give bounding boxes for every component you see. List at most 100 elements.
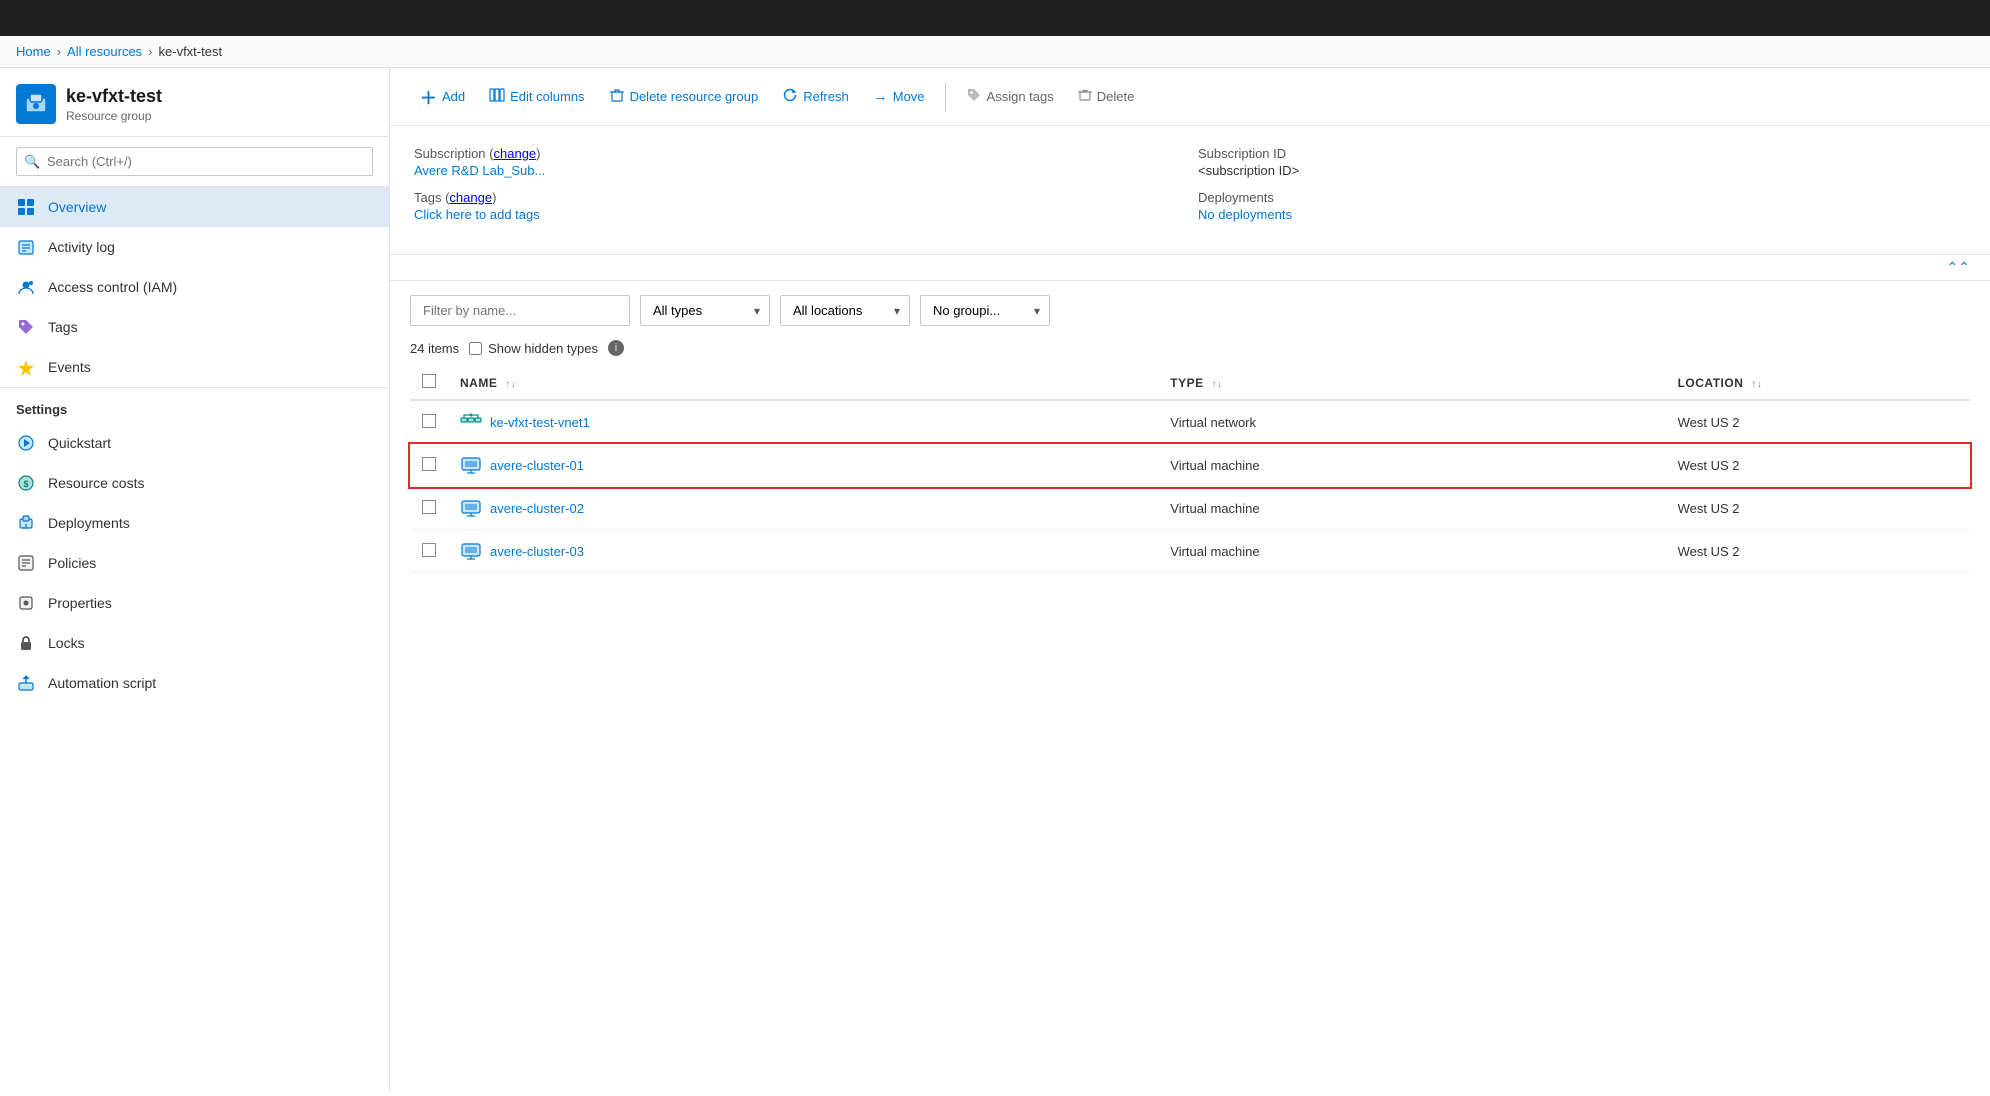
table-body: ke-vfxt-test-vnet1 Virtual network West … [410,400,1970,573]
filter-name-input[interactable] [410,295,630,326]
subscription-id-value: <subscription ID> [1198,163,1966,178]
sidebar-item-properties-label: Properties [48,595,112,611]
edit-columns-icon [489,87,505,107]
deployments-label: Deployments [1198,190,1966,205]
subscription-label: Subscription (change) [414,146,1182,161]
col-location-label: LOCATION [1678,376,1744,390]
sidebar-item-locks[interactable]: Locks [0,623,389,663]
subscription-id-row: Subscription ID <subscription ID> [1198,146,1966,178]
col-name-label: NAME [460,376,497,390]
resource-name-link[interactable]: avere-cluster-03 [460,540,1146,562]
policies-icon [16,553,36,573]
delete-icon [1078,88,1092,106]
sidebar-item-deployments-label: Deployments [48,515,130,531]
tags-change-link[interactable]: change [449,190,492,205]
sidebar-item-activity-log[interactable]: Activity log [0,227,389,267]
sidebar-item-properties[interactable]: Properties [0,583,389,623]
hidden-types-info-badge[interactable]: i [608,340,624,356]
delete-rg-button[interactable]: Delete resource group [599,81,769,113]
location-sort-icon[interactable]: ↑↓ [1751,379,1762,390]
resource-type-icon [460,497,482,519]
sidebar-search-wrap: 🔍 [0,137,389,187]
sidebar-item-overview[interactable]: Overview [0,187,389,227]
subscription-change-link[interactable]: change [494,146,537,161]
show-hidden-checkbox[interactable] [469,342,482,355]
move-button[interactable]: → Move [863,82,935,111]
select-all-checkbox[interactable] [422,374,436,388]
refresh-label: Refresh [803,89,849,104]
quickstart-icon [16,433,36,453]
row-checkbox[interactable] [422,457,436,471]
grouping-filter-wrap: No groupi... [920,295,1050,326]
type-filter-select[interactable]: All types [640,295,770,326]
resource-type-icon [460,454,482,476]
settings-section-label: Settings [0,387,389,423]
sidebar-item-automation-script[interactable]: Automation script [0,663,389,703]
breadcrumb-home[interactable]: Home [16,44,51,59]
automation-icon [16,673,36,693]
resource-name-link[interactable]: avere-cluster-01 [460,454,1146,476]
resource-group-name-block: ke-vfxt-test Resource group [66,86,162,123]
name-sort-icon[interactable]: ↑↓ [505,379,516,390]
grouping-filter-select[interactable]: No groupi... [920,295,1050,326]
refresh-button[interactable]: Refresh [772,81,859,113]
search-wrap: 🔍 [16,147,373,176]
filter-bar: All types All locations No groupi... [390,281,1990,334]
subscription-value-link[interactable]: Avere R&D Lab_Sub... [414,163,545,178]
tags-row: Tags (change) Click here to add tags [414,190,1182,222]
resource-name-link[interactable]: ke-vfxt-test-vnet1 [460,411,1146,433]
resource-group-icon [16,84,56,124]
collapse-panel-button[interactable]: ⌃⌃ [390,255,1990,281]
add-icon: ＋ [420,84,437,109]
resource-type-icon [460,540,482,562]
sidebar-item-iam-label: Access control (IAM) [48,279,177,295]
info-col-right: Subscription ID <subscription ID> Deploy… [1198,146,1966,234]
resource-name-text: avere-cluster-03 [490,544,584,559]
row-name-cell: avere-cluster-01 [448,444,1158,487]
subscription-label-text: Subscription [414,146,486,161]
resource-name-link[interactable]: avere-cluster-02 [460,497,1146,519]
row-location-cell: West US 2 [1666,400,1970,444]
search-input[interactable] [16,147,373,176]
sidebar-item-quickstart[interactable]: Quickstart [0,423,389,463]
overview-icon [16,197,36,217]
row-checkbox[interactable] [422,543,436,557]
edit-columns-button[interactable]: Edit columns [479,81,594,113]
sidebar-item-overview-label: Overview [48,199,106,215]
resources-table-wrap: NAME ↑↓ TYPE ↑↓ LOCATION ↑↓ [390,366,1990,573]
deployments-link[interactable]: No deployments [1198,207,1292,222]
resource-type-icon [460,411,482,433]
sidebar-item-policies[interactable]: Policies [0,543,389,583]
events-icon [16,357,36,377]
delete-button[interactable]: Delete [1068,82,1145,112]
activity-log-icon [16,237,36,257]
row-checkbox[interactable] [422,414,436,428]
show-hidden-label[interactable]: Show hidden types [469,341,598,356]
sidebar-item-tags[interactable]: Tags [0,307,389,347]
deployments-row: Deployments No deployments [1198,190,1966,222]
row-checkbox[interactable] [422,500,436,514]
sidebar-item-deployments[interactable]: Deployments [0,503,389,543]
tags-add-value: Click here to add tags [414,207,1182,222]
breadcrumb-all-resources[interactable]: All resources [67,44,142,59]
sidebar: ke-vfxt-test Resource group 🔍 Overview [0,68,390,1091]
type-sort-icon[interactable]: ↑↓ [1211,379,1222,390]
info-panel: Subscription (change) Avere R&D Lab_Sub.… [390,126,1990,255]
sidebar-item-resource-costs[interactable]: $ Resource costs [0,463,389,503]
sidebar-item-access-control[interactable]: Access control (IAM) [0,267,389,307]
breadcrumb-sep1: › [57,44,61,59]
row-location-cell: West US 2 [1666,530,1970,573]
deployments-icon [16,513,36,533]
toolbar: ＋ Add Edit columns Delete resource group [390,68,1990,126]
tags-add-link[interactable]: Click here to add tags [414,207,540,222]
type-filter-wrap: All types [640,295,770,326]
main-layout: ke-vfxt-test Resource group 🔍 Overview [0,68,1990,1091]
add-button[interactable]: ＋ Add [410,78,475,115]
breadcrumb: Home › All resources › ke-vfxt-test [0,36,1990,68]
properties-icon [16,593,36,613]
sidebar-header: ke-vfxt-test Resource group [0,68,389,137]
assign-tags-button[interactable]: Assign tags [956,81,1064,113]
move-icon: → [873,88,888,105]
location-filter-select[interactable]: All locations [780,295,910,326]
sidebar-item-events[interactable]: Events [0,347,389,387]
